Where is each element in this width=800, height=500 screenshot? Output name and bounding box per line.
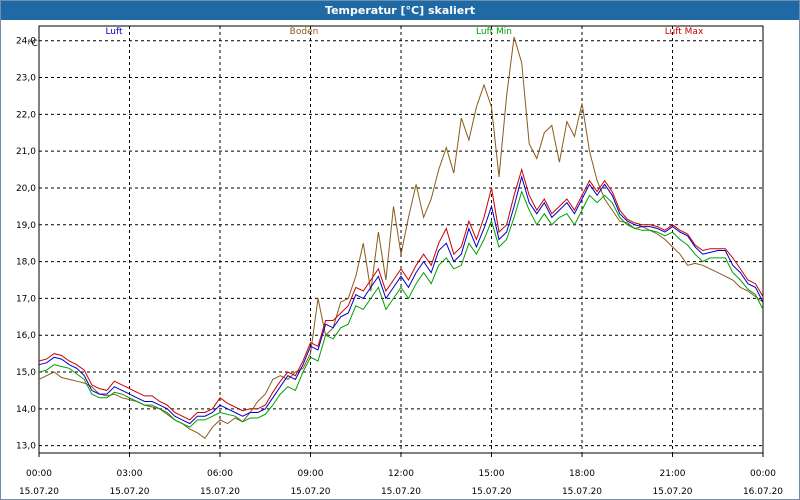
x-tick-label-time: 15:00 — [479, 469, 505, 479]
chart-window: Temperatur [°C] skaliert 13,0 14,0 15,0 16,… — [0, 0, 800, 500]
x-tick-label-date: 15.07.20 — [290, 487, 330, 497]
x-tick-label-date: 15.07.20 — [652, 487, 692, 497]
temperature-chart: 13,0 14,0 15,0 16,0 17,0 18,0 19,0 20,0 21,0 22,0… — [16, 25, 783, 497]
x-tick-label-time: 03:00 — [117, 469, 143, 479]
y-tick-label: 14,0 — [16, 405, 36, 415]
y-tick-label: 16,0 — [16, 331, 36, 341]
y-tick-label: 23,0 — [16, 74, 36, 84]
x-tick-label-date: 15.07.20 — [200, 487, 240, 497]
x-tick-label-time: 00:00 — [26, 469, 52, 479]
x-tick-label-date: 15.07.20 — [562, 487, 602, 497]
x-tick-label-time: 21:00 — [660, 469, 686, 479]
chart-title: Temperatur [°C] skaliert — [1, 1, 799, 20]
x-tick-label-time: 18:00 — [569, 469, 595, 479]
legend-entry: Luft — [105, 27, 123, 37]
y-tick-label: 18,0 — [16, 258, 36, 268]
y-tick-label: 15,0 — [16, 368, 36, 378]
y-axis-unit: °C — [27, 39, 38, 49]
y-tick-label: 17,0 — [16, 294, 36, 304]
legend-entry: Luft Min — [476, 27, 512, 37]
x-tick-label-date: 15.07.20 — [109, 487, 149, 497]
y-tick-label: 20,0 — [16, 184, 36, 194]
x-tick-label-time: 00:00 — [750, 469, 776, 479]
x-tick-label-date: 15.07.20 — [19, 487, 59, 497]
x-tick-label-time: 09:00 — [298, 469, 324, 479]
y-tick-label: 22,0 — [16, 110, 36, 120]
y-tick-label: 13,0 — [16, 442, 36, 452]
x-tick-label-date: 16.07.20 — [743, 487, 783, 497]
x-tick-label-time: 06:00 — [207, 469, 233, 479]
x-tick-label-time: 12:00 — [388, 469, 414, 479]
legend-entry: Boden — [290, 27, 319, 37]
x-tick-label-date: 15.07.20 — [471, 487, 511, 497]
x-tick-label-date: 15.07.20 — [381, 487, 421, 497]
y-tick-label: 19,0 — [16, 221, 36, 231]
legend-entry: Luft Max — [665, 27, 704, 37]
y-tick-label: 21,0 — [16, 147, 36, 157]
